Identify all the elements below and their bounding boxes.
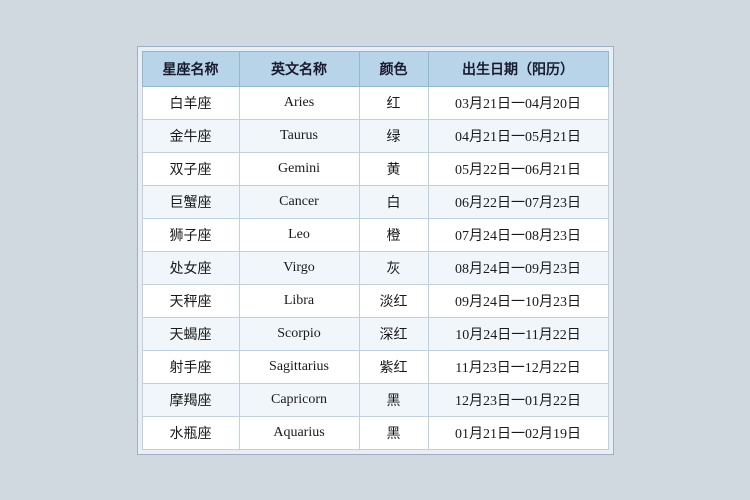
cell-chinese-name: 狮子座: [142, 218, 239, 251]
cell-color: 白: [359, 185, 428, 218]
cell-color: 黑: [359, 416, 428, 449]
cell-chinese-name: 水瓶座: [142, 416, 239, 449]
cell-english-name: Aries: [239, 86, 359, 119]
table-row: 射手座Sagittarius紫红11月23日一12月22日: [142, 350, 608, 383]
cell-english-name: Virgo: [239, 251, 359, 284]
cell-color: 黄: [359, 152, 428, 185]
cell-chinese-name: 金牛座: [142, 119, 239, 152]
cell-color: 黑: [359, 383, 428, 416]
cell-chinese-name: 巨蟹座: [142, 185, 239, 218]
cell-english-name: Leo: [239, 218, 359, 251]
cell-color: 绿: [359, 119, 428, 152]
cell-chinese-name: 处女座: [142, 251, 239, 284]
cell-color: 紫红: [359, 350, 428, 383]
table-row: 狮子座Leo橙07月24日一08月23日: [142, 218, 608, 251]
cell-chinese-name: 天秤座: [142, 284, 239, 317]
table-row: 双子座Gemini黄05月22日一06月21日: [142, 152, 608, 185]
table-row: 天秤座Libra淡红09月24日一10月23日: [142, 284, 608, 317]
cell-chinese-name: 射手座: [142, 350, 239, 383]
cell-birth-date: 03月21日一04月20日: [428, 86, 608, 119]
cell-birth-date: 10月24日一11月22日: [428, 317, 608, 350]
table-header-row: 星座名称 英文名称 颜色 出生日期（阳历）: [142, 51, 608, 86]
cell-birth-date: 12月23日一01月22日: [428, 383, 608, 416]
cell-birth-date: 04月21日一05月21日: [428, 119, 608, 152]
table-row: 白羊座Aries红03月21日一04月20日: [142, 86, 608, 119]
table-row: 处女座Virgo灰08月24日一09月23日: [142, 251, 608, 284]
cell-birth-date: 05月22日一06月21日: [428, 152, 608, 185]
cell-color: 深红: [359, 317, 428, 350]
cell-english-name: Scorpio: [239, 317, 359, 350]
header-color: 颜色: [359, 51, 428, 86]
cell-color: 橙: [359, 218, 428, 251]
header-birth-date: 出生日期（阳历）: [428, 51, 608, 86]
cell-english-name: Aquarius: [239, 416, 359, 449]
table-row: 天蝎座Scorpio深红10月24日一11月22日: [142, 317, 608, 350]
zodiac-table: 星座名称 英文名称 颜色 出生日期（阳历） 白羊座Aries红03月21日一04…: [142, 51, 609, 450]
cell-english-name: Taurus: [239, 119, 359, 152]
cell-english-name: Capricorn: [239, 383, 359, 416]
header-chinese-name: 星座名称: [142, 51, 239, 86]
cell-english-name: Sagittarius: [239, 350, 359, 383]
zodiac-table-container: 星座名称 英文名称 颜色 出生日期（阳历） 白羊座Aries红03月21日一04…: [137, 46, 614, 455]
cell-birth-date: 09月24日一10月23日: [428, 284, 608, 317]
cell-birth-date: 07月24日一08月23日: [428, 218, 608, 251]
table-row: 巨蟹座Cancer白06月22日一07月23日: [142, 185, 608, 218]
cell-birth-date: 01月21日一02月19日: [428, 416, 608, 449]
cell-color: 红: [359, 86, 428, 119]
cell-english-name: Libra: [239, 284, 359, 317]
table-row: 水瓶座Aquarius黑01月21日一02月19日: [142, 416, 608, 449]
table-row: 摩羯座Capricorn黑12月23日一01月22日: [142, 383, 608, 416]
header-english-name: 英文名称: [239, 51, 359, 86]
cell-birth-date: 11月23日一12月22日: [428, 350, 608, 383]
cell-english-name: Cancer: [239, 185, 359, 218]
cell-chinese-name: 白羊座: [142, 86, 239, 119]
cell-birth-date: 06月22日一07月23日: [428, 185, 608, 218]
table-row: 金牛座Taurus绿04月21日一05月21日: [142, 119, 608, 152]
cell-english-name: Gemini: [239, 152, 359, 185]
cell-birth-date: 08月24日一09月23日: [428, 251, 608, 284]
cell-chinese-name: 摩羯座: [142, 383, 239, 416]
cell-chinese-name: 双子座: [142, 152, 239, 185]
cell-chinese-name: 天蝎座: [142, 317, 239, 350]
cell-color: 灰: [359, 251, 428, 284]
cell-color: 淡红: [359, 284, 428, 317]
